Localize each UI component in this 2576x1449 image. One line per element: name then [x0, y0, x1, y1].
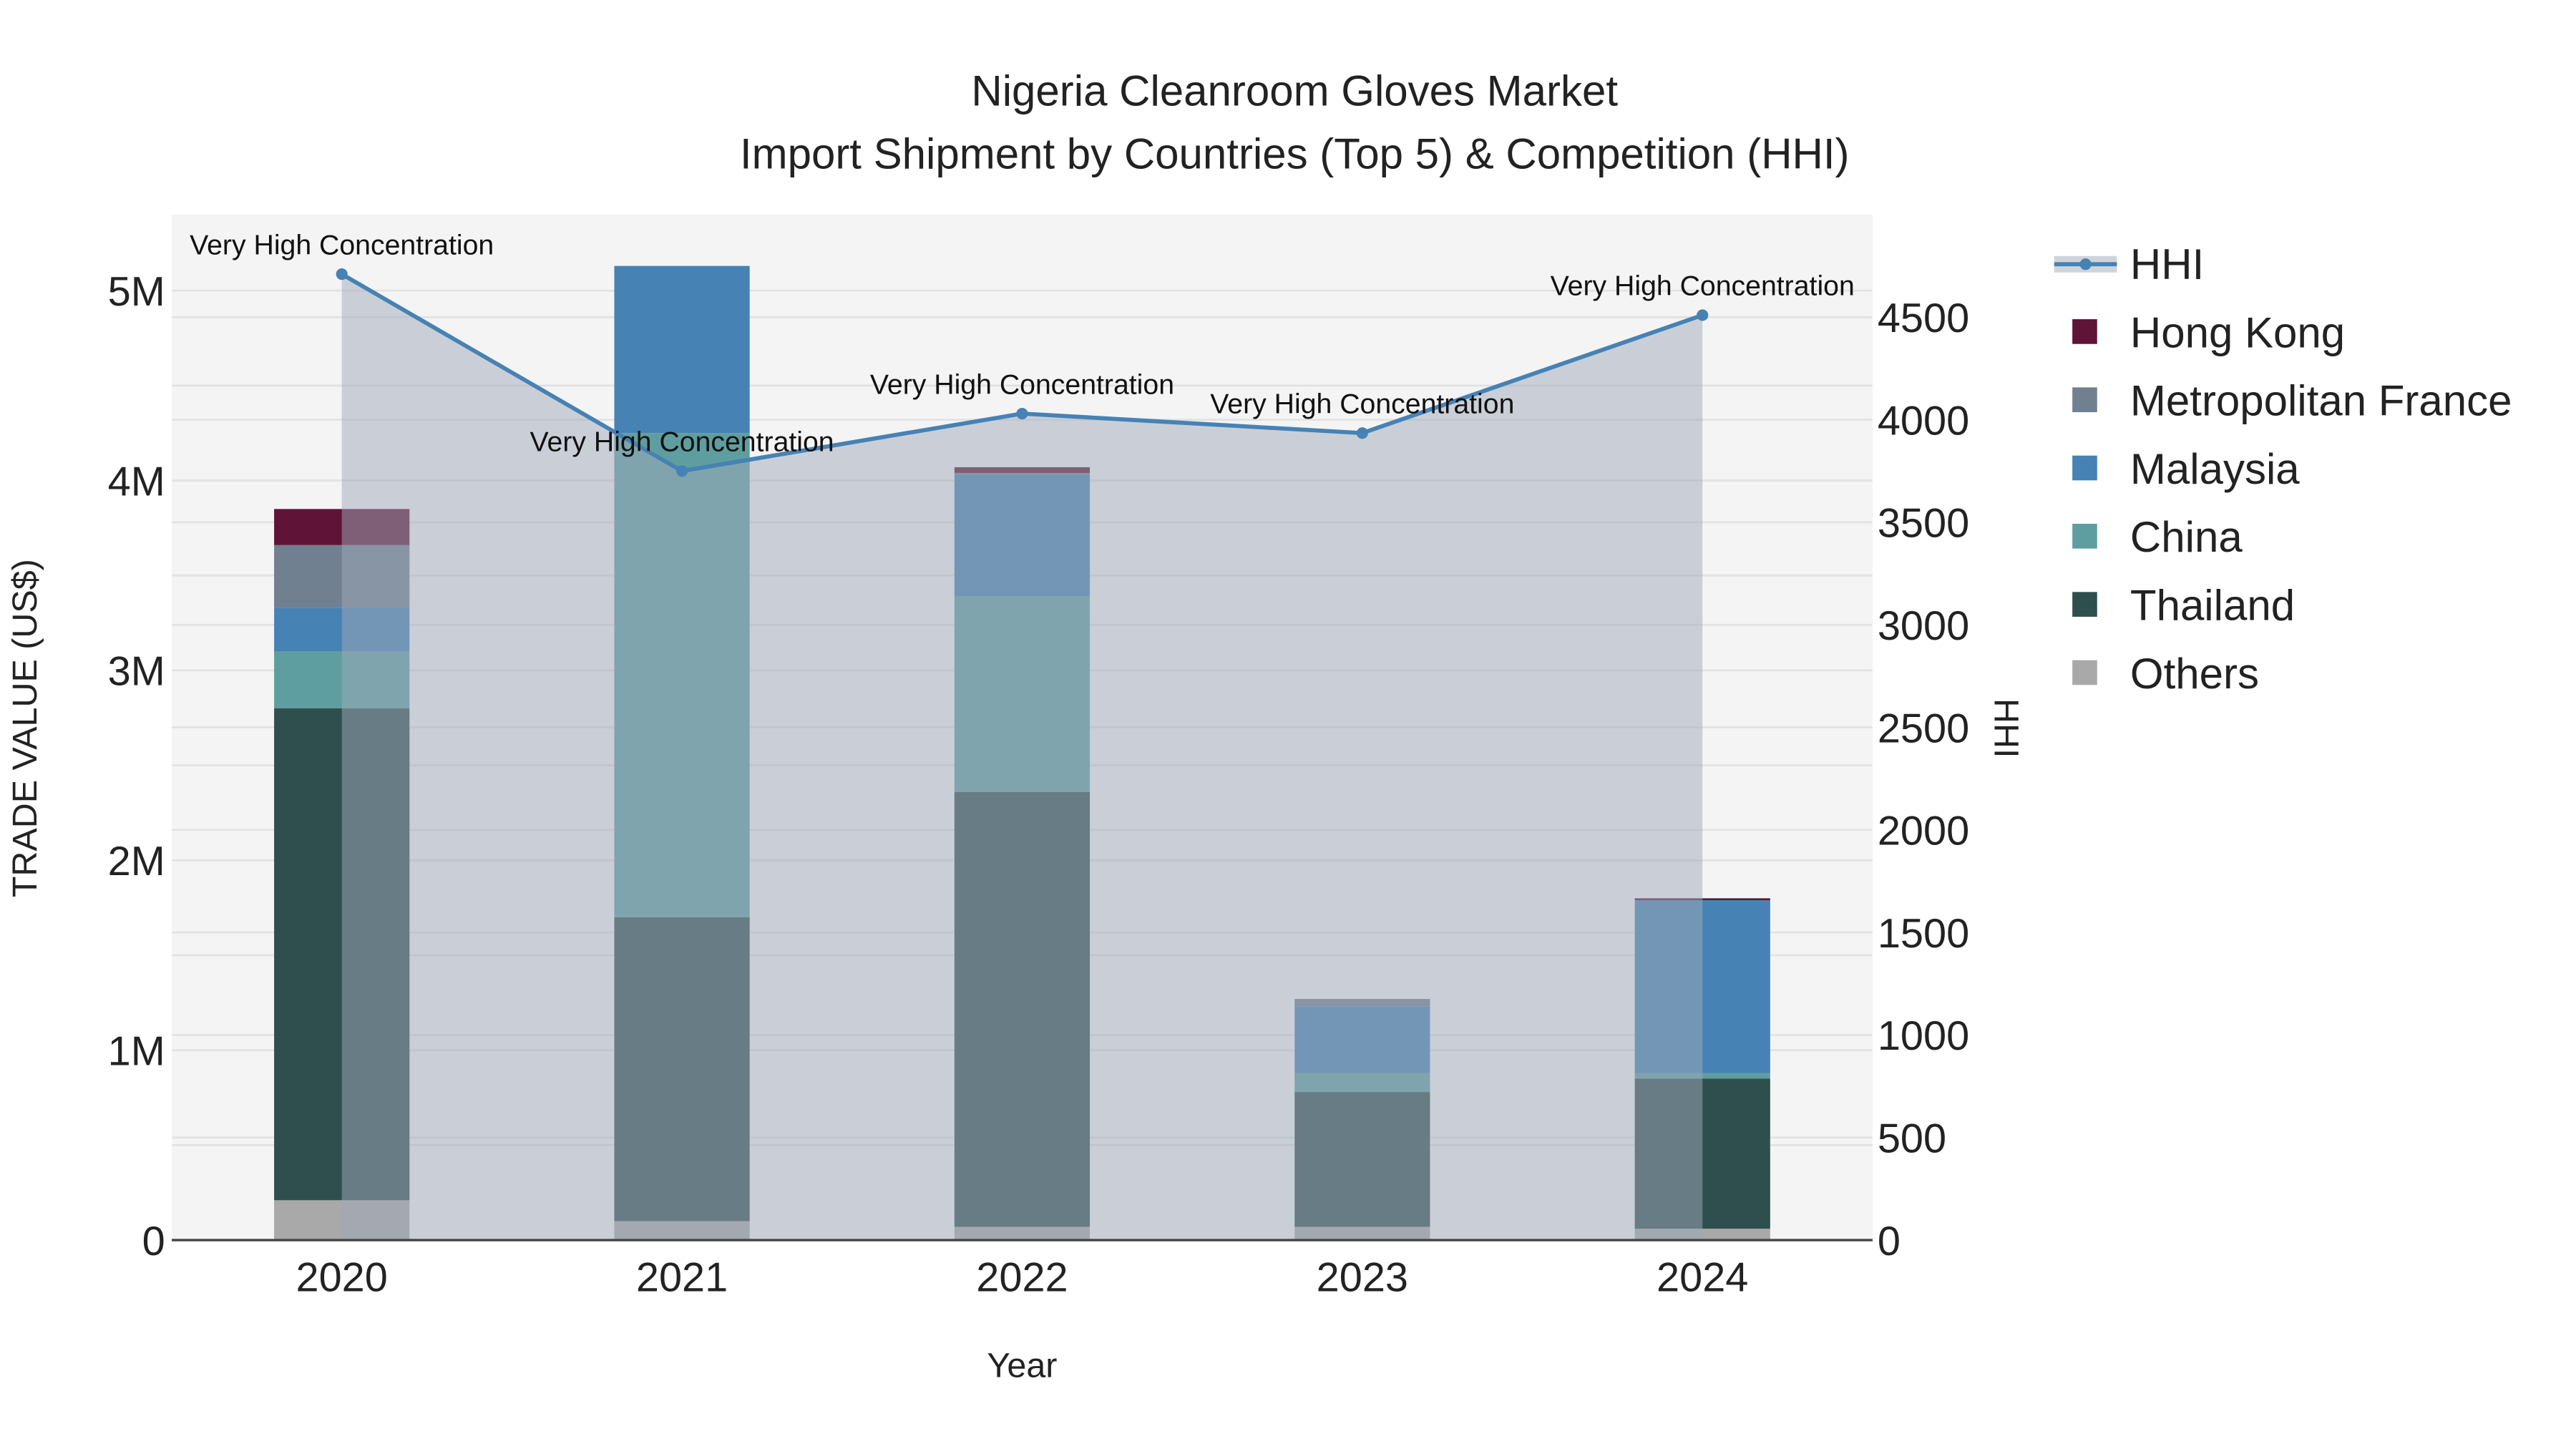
y2-tick-label: 4000 — [1878, 398, 1969, 444]
hhi-point — [1356, 427, 1368, 439]
legend-swatch — [2072, 387, 2097, 412]
hhi-annotation: Very High Concentration — [530, 426, 834, 458]
legend-label: Malaysia — [2130, 445, 2300, 493]
hhi-point — [1016, 407, 1028, 420]
y2-tick-label: 3500 — [1878, 501, 1969, 547]
hhi-point — [676, 465, 688, 477]
y2-tick-label: 2000 — [1878, 809, 1969, 854]
hhi-annotation: Very High Concentration — [1551, 270, 1855, 302]
y-tick-label: 4M — [108, 459, 165, 504]
hhi-annotation: Very High Concentration — [190, 229, 494, 260]
x-tick-label: 2022 — [976, 1255, 1068, 1301]
legend-label: Metropolitan France — [2130, 377, 2512, 425]
y2-tick-label: 1000 — [1878, 1013, 1969, 1059]
legend-label: HHI — [2130, 240, 2204, 288]
y-tick-label: 5M — [108, 269, 165, 315]
y2-tick-label: 1500 — [1878, 911, 1969, 957]
x-tick-label: 2024 — [1657, 1255, 1748, 1301]
chart-title: Nigeria Cleanroom Gloves Market — [971, 67, 1618, 115]
y-tick-label: 3M — [108, 649, 165, 695]
legend: HHI Hong Kong Metropolitan France Malaysia C… — [2054, 240, 2512, 698]
legend-label: Thailand — [2130, 582, 2295, 630]
legend-label: China — [2130, 513, 2243, 561]
y-tick-label: 2M — [108, 839, 165, 884]
hhi-annotation: Very High Concentration — [870, 369, 1174, 400]
legend-marker-hhi — [2079, 258, 2092, 270]
hhi-point — [336, 268, 348, 280]
x-axis-label: Year — [987, 1347, 1058, 1385]
y-axis-label: TRADE VALUE (US$) — [6, 559, 44, 897]
y2-tick-label: 3000 — [1878, 603, 1969, 649]
legend-swatch — [2072, 660, 2097, 686]
chart-subtitle: Import Shipment by Countries (Top 5) & C… — [740, 130, 1850, 177]
chart: Very High Concentration Very High Concent… — [6, 67, 2512, 1385]
hhi-point — [1697, 309, 1709, 321]
x-tick-label: 2021 — [636, 1255, 728, 1301]
y-tick-label: 0 — [142, 1219, 165, 1264]
x-tick-label: 2023 — [1317, 1255, 1408, 1301]
x-tick-label: 2020 — [296, 1255, 388, 1301]
legend-swatch — [2072, 524, 2097, 549]
y2-tick-label: 500 — [1878, 1116, 1946, 1162]
hhi-annotation: Very High Concentration — [1210, 389, 1514, 420]
legend-swatch — [2072, 455, 2097, 481]
y2-tick-label: 0 — [1878, 1219, 1901, 1264]
bar-malaysia — [614, 265, 750, 434]
legend-label: Hong Kong — [2130, 308, 2345, 356]
legend-swatch — [2072, 592, 2097, 617]
y2-tick-label: 4500 — [1878, 296, 1969, 341]
legend-label: Others — [2130, 650, 2259, 698]
y2-tick-label: 2500 — [1878, 706, 1969, 751]
legend-swatch — [2072, 319, 2097, 344]
y-tick-label: 1M — [108, 1028, 165, 1074]
y2-axis-label: HHI — [1987, 698, 2026, 758]
